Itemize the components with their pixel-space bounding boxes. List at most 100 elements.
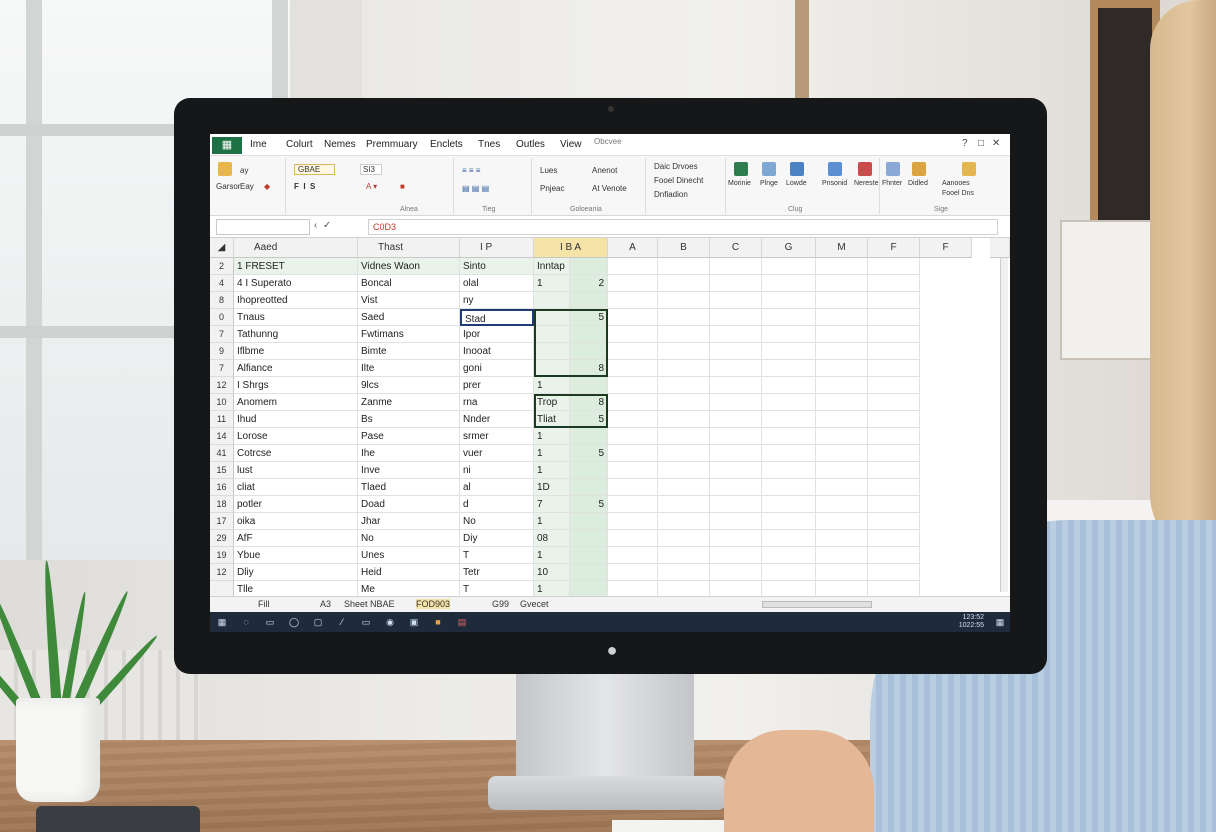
row-header[interactable]: 16 [210, 479, 234, 496]
grid-cell[interactable]: Saed [358, 309, 460, 326]
grid-cell[interactable] [762, 309, 816, 326]
grid-cell[interactable]: prer [460, 377, 534, 394]
grid-cell[interactable] [868, 445, 920, 462]
anenot-button[interactable]: Anenot [592, 166, 617, 175]
grid-cell[interactable] [762, 530, 816, 547]
grid-cell[interactable] [658, 360, 710, 377]
font-size-select[interactable]: SI3 [360, 164, 383, 175]
grid-cell[interactable]: Doad [358, 496, 460, 513]
grid-cell[interactable] [762, 479, 816, 496]
sheet-tab[interactable]: Gvecet [520, 599, 549, 609]
lues-button[interactable]: Lues [540, 166, 557, 175]
grid-cell[interactable]: lust [234, 462, 358, 479]
grid-cell[interactable]: 1 [534, 462, 570, 479]
row-header[interactable]: 0 [210, 309, 234, 326]
grid-cell[interactable]: al [460, 479, 534, 496]
column-header[interactable]: F [868, 238, 920, 258]
search-icon[interactable]: ◌ [240, 616, 252, 628]
row-header[interactable]: 8 [210, 292, 234, 309]
grid-cell[interactable] [608, 258, 658, 275]
row-header[interactable]: 18 [210, 496, 234, 513]
grid-cell[interactable] [710, 445, 762, 462]
excel-icon[interactable]: ▤ [456, 616, 468, 628]
row-header[interactable]: 7 [210, 326, 234, 343]
row-header[interactable]: 29 [210, 530, 234, 547]
grid-cell[interactable] [710, 411, 762, 428]
grid-cell[interactable] [868, 360, 920, 377]
grid-cell[interactable]: olal [460, 275, 534, 292]
align-top-icon[interactable]: ≡ ≡ ≡ [462, 166, 480, 175]
grid-cell[interactable] [868, 258, 920, 275]
grid-cell[interactable] [608, 377, 658, 394]
grid-cell[interactable] [710, 394, 762, 411]
sheet-tab-active[interactable]: FOD903 [416, 599, 451, 609]
grid-cell[interactable]: 5 [570, 496, 608, 513]
grid-cell[interactable]: Tliat [534, 411, 570, 428]
grid-cell[interactable] [710, 275, 762, 292]
grid-cell[interactable] [762, 462, 816, 479]
grid-cell[interactable] [710, 530, 762, 547]
grid-cell[interactable] [816, 343, 868, 360]
ribbon-tab[interactable]: Ime [250, 139, 267, 150]
grid-cell[interactable] [816, 309, 868, 326]
row-header[interactable]: 9 [210, 343, 234, 360]
grid-cell[interactable] [608, 564, 658, 581]
grid-cell[interactable]: Tathunng [234, 326, 358, 343]
grid-cell[interactable] [658, 326, 710, 343]
column-header[interactable]: G [762, 238, 816, 258]
grid-cell[interactable] [762, 360, 816, 377]
column-header[interactable]: M [816, 238, 868, 258]
grid-cell[interactable] [570, 564, 608, 581]
grid-cell[interactable]: Ihe [358, 445, 460, 462]
grid-cell[interactable]: 1 [534, 428, 570, 445]
grid-cell[interactable] [816, 360, 868, 377]
grid-cell[interactable]: Jhar [358, 513, 460, 530]
grid-cell[interactable] [710, 343, 762, 360]
fill-color-icon[interactable]: ■ [400, 182, 405, 191]
row-header[interactable]: 17 [210, 513, 234, 530]
grid-cell[interactable] [868, 309, 920, 326]
grid-cell[interactable] [570, 377, 608, 394]
grid-cell[interactable]: 1 [534, 581, 570, 596]
grid-cell[interactable] [658, 394, 710, 411]
grid-cell[interactable] [816, 479, 868, 496]
grid-cell[interactable] [658, 411, 710, 428]
row-header[interactable]: 4 [210, 275, 234, 292]
grid-cell[interactable]: T [460, 547, 534, 564]
nereste-button[interactable]: Nereste [854, 180, 879, 187]
sheet-tab[interactable]: Sheet NBAE [344, 599, 395, 609]
grid-cell[interactable] [816, 394, 868, 411]
grid-cell[interactable] [534, 326, 570, 343]
paste-icon[interactable] [218, 162, 232, 176]
grid-cell[interactable]: rna [460, 394, 534, 411]
row-header[interactable]: 7 [210, 360, 234, 377]
grid-cell[interactable] [658, 258, 710, 275]
maximize-icon[interactable]: □ [978, 138, 984, 149]
fhnter-button[interactable]: Fhnter [882, 180, 902, 187]
grid-cell[interactable] [868, 479, 920, 496]
ribbon-tab[interactable]: Tnes [478, 139, 500, 150]
ribbon-tab[interactable]: Enclets [430, 139, 463, 150]
grid-cell[interactable]: oika [234, 513, 358, 530]
grid-cell[interactable] [608, 394, 658, 411]
grid-cell[interactable] [658, 275, 710, 292]
grid-cell[interactable]: Tnaus [234, 309, 358, 326]
column-header[interactable]: B [658, 238, 710, 258]
grid-cell[interactable]: 5 [570, 445, 608, 462]
grid-cell[interactable] [658, 513, 710, 530]
store-icon[interactable]: ▣ [408, 616, 420, 628]
formula-cancel-icon[interactable]: ‹ ✓ [314, 220, 331, 231]
grid-cell[interactable] [710, 479, 762, 496]
grid-cell[interactable] [816, 564, 868, 581]
grid-cell[interactable] [762, 581, 816, 596]
grid-cell[interactable] [868, 275, 920, 292]
grid-cell[interactable]: 1 [534, 275, 570, 292]
grid-cell[interactable] [608, 547, 658, 564]
cut-button[interactable]: ay [240, 166, 248, 175]
grid-cell[interactable] [608, 496, 658, 513]
grid-cell[interactable]: Bimte [358, 343, 460, 360]
grid-cell[interactable] [608, 411, 658, 428]
lowde-icon[interactable] [790, 162, 804, 176]
grid-cell[interactable] [710, 326, 762, 343]
grid-cell[interactable]: Lorose [234, 428, 358, 445]
